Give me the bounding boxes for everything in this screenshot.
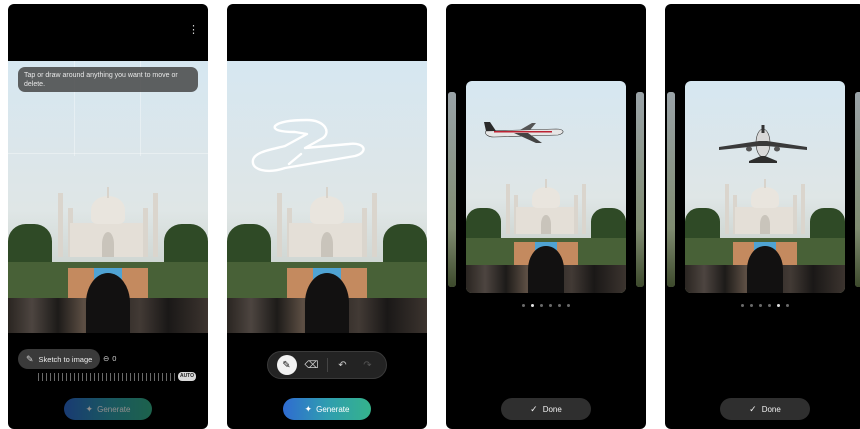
- sketch-to-image-label: Sketch to image: [38, 354, 93, 364]
- generated-result-card[interactable]: [466, 81, 626, 293]
- next-result-peek[interactable]: [636, 92, 644, 287]
- generate-label: Generate: [97, 404, 131, 414]
- sketch-toolbar: ✎ ⌫ ↶ ↷: [267, 351, 387, 379]
- adjust-icon: ⊖: [103, 354, 110, 363]
- sparkle-icon: ✦: [304, 403, 313, 414]
- generate-button[interactable]: ✦ Generate: [64, 398, 152, 420]
- page-dot[interactable]: [768, 304, 771, 307]
- page-dot[interactable]: [558, 304, 561, 307]
- page-dot[interactable]: [786, 304, 789, 307]
- sketch-icon: ✎: [26, 353, 34, 364]
- check-icon: ✓: [749, 403, 757, 414]
- done-label: Done: [761, 404, 781, 414]
- auto-badge[interactable]: AUTO: [178, 372, 196, 381]
- screen-sketch: ✎ ⌫ ↶ ↷ ✦ Generate: [227, 4, 427, 429]
- done-button[interactable]: ✓ Done: [501, 398, 591, 420]
- slider-value: 0: [112, 354, 117, 363]
- screen-object-eraser: ⋮ Tap or draw around anything you want t…: [8, 4, 208, 429]
- page-dot[interactable]: [777, 304, 780, 307]
- generated-result-card[interactable]: [685, 81, 845, 293]
- page-dot[interactable]: [759, 304, 762, 307]
- page-dot[interactable]: [531, 304, 534, 307]
- taj-mahal-image: [725, 170, 805, 234]
- adjustment-slider[interactable]: [38, 373, 178, 381]
- airplane-side-image: [484, 122, 564, 143]
- done-button[interactable]: ✓ Done: [720, 398, 810, 420]
- screen-result-2: ✓ Done: [665, 4, 860, 429]
- taj-mahal-image: [58, 175, 158, 257]
- eraser-icon[interactable]: ⌫: [302, 355, 322, 375]
- pen-icon[interactable]: ✎: [276, 355, 297, 375]
- toolbar-divider: [326, 358, 328, 372]
- hint-tooltip: Tap or draw around anything you want to …: [18, 67, 198, 92]
- done-label: Done: [542, 404, 562, 414]
- next-result-peek[interactable]: [855, 92, 860, 287]
- sparkle-icon: ✦: [85, 403, 94, 414]
- taj-mahal-image: [277, 175, 377, 257]
- undo-icon[interactable]: ↶: [333, 355, 353, 375]
- screen-result-1: ✓ Done: [446, 4, 646, 429]
- redo-icon[interactable]: ↷: [358, 355, 378, 375]
- photo-canvas[interactable]: [8, 61, 208, 333]
- sketch-to-image-button[interactable]: ✎ Sketch to image: [18, 349, 101, 369]
- slider-value-readout: ⊖ 0: [103, 354, 116, 363]
- more-vertical-icon[interactable]: ⋮: [188, 25, 199, 36]
- page-dot[interactable]: [540, 304, 543, 307]
- page-dot[interactable]: [750, 304, 753, 307]
- generate-button[interactable]: ✦ Generate: [283, 398, 371, 420]
- photo-canvas[interactable]: [227, 61, 427, 333]
- previous-result-peek[interactable]: [667, 92, 675, 287]
- airplane-front-image: [719, 125, 807, 163]
- plane-sketch-stroke: [251, 118, 365, 172]
- page-indicator: [665, 304, 860, 307]
- page-dot[interactable]: [549, 304, 552, 307]
- previous-result-peek[interactable]: [448, 92, 456, 287]
- taj-mahal-image: [506, 170, 586, 234]
- page-dot[interactable]: [522, 304, 525, 307]
- generate-label: Generate: [316, 404, 350, 414]
- check-icon: ✓: [530, 403, 538, 414]
- page-dot[interactable]: [741, 304, 744, 307]
- page-indicator: [446, 304, 646, 307]
- page-dot[interactable]: [567, 304, 570, 307]
